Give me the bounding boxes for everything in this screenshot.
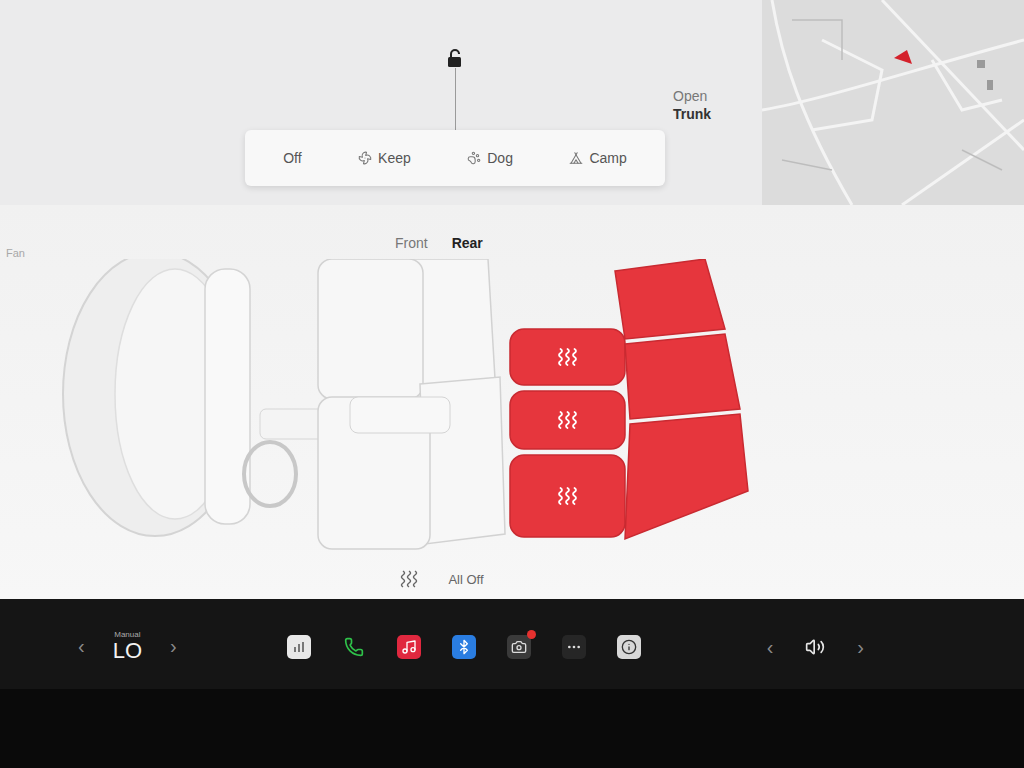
app-button[interactable] [452, 635, 476, 659]
bluetooth-icon [456, 639, 472, 655]
more-icon [566, 639, 582, 655]
fan-label: Fan [0, 205, 395, 259]
unlocked-icon[interactable] [446, 48, 464, 68]
seat-view-tabs: Front Rear [395, 205, 483, 259]
front-seat[interactable] [318, 377, 505, 549]
climate-control: ‹ ManualLO › [76, 631, 179, 664]
temperature-display[interactable]: ManualLO [113, 631, 142, 664]
seat-heat-icon [559, 349, 576, 365]
climate-mode-option[interactable]: Off [275, 144, 309, 172]
all-off-button[interactable]: All Off [0, 559, 1024, 599]
map[interactable] [762, 0, 1024, 205]
open-trunk-button[interactable]: OpenTrunk [665, 0, 711, 205]
rear-seat[interactable] [510, 414, 748, 539]
climate-mode-bar: Off Keep Dog Camp [245, 130, 665, 186]
camera-icon [511, 639, 527, 655]
volume-up-button[interactable]: › [855, 634, 866, 661]
volume-down-button[interactable]: ‹ [765, 634, 776, 661]
map-roads-icon [762, 0, 1024, 205]
alert-badge [527, 630, 536, 639]
app-button[interactable] [617, 635, 641, 659]
lock-column: Off Keep Dog Camp [245, 0, 665, 205]
taskbar-row: ‹ManualLO›‹› [0, 599, 1024, 689]
phone-icon [344, 637, 364, 657]
seat-heat-icon [400, 570, 418, 588]
app-button[interactable] [287, 635, 311, 659]
app-button[interactable] [562, 635, 586, 659]
app-dock [287, 635, 641, 659]
screen-bezel [0, 689, 1024, 768]
seat-heater-header: FanFront Rear [0, 205, 1024, 259]
climate-mode-option[interactable]: Dog [459, 144, 521, 172]
info-icon [621, 639, 637, 655]
climate-mode-option[interactable]: Keep [350, 144, 419, 172]
lock-leader-line [455, 68, 456, 130]
paw-icon [467, 151, 481, 165]
nav-arrow-icon [894, 50, 912, 64]
fan-icon [358, 151, 372, 165]
taskbar: ‹ManualLO›‹› [0, 599, 1024, 768]
temp-up-button[interactable]: › [168, 633, 179, 660]
car-interior-diagram [0, 259, 1024, 559]
front-seat[interactable] [318, 259, 495, 399]
app-button[interactable] [397, 635, 421, 659]
seat-heat-icon [559, 412, 576, 428]
vehicle-controls: Off Keep Dog Camp OpenTrunk [0, 0, 762, 205]
seat-view-tab[interactable]: Front [395, 235, 428, 259]
toybox-icon [292, 640, 306, 654]
seat-heater-panel: FanFront Rear All Off [0, 205, 1024, 599]
climate-mode-option[interactable]: Camp [561, 144, 634, 172]
speaker-icon[interactable] [805, 637, 825, 657]
app-button[interactable] [342, 635, 366, 659]
car-screen: Off Keep Dog Camp OpenTrunk FanFront Rear All O… [0, 0, 1024, 768]
app-button[interactable] [507, 635, 531, 659]
vehicle-area: Off Keep Dog Camp OpenTrunk [0, 0, 1024, 205]
volume-control: ‹› [765, 634, 866, 661]
armrest [350, 397, 450, 433]
seat-view-tab[interactable]: Rear [452, 235, 483, 259]
seat-heat-icon [559, 488, 576, 504]
music-icon [401, 639, 417, 655]
steering-wheel-icon [244, 442, 296, 506]
tent-icon [569, 151, 583, 165]
windshield-icon [63, 259, 250, 536]
temp-down-button[interactable]: ‹ [76, 633, 87, 660]
